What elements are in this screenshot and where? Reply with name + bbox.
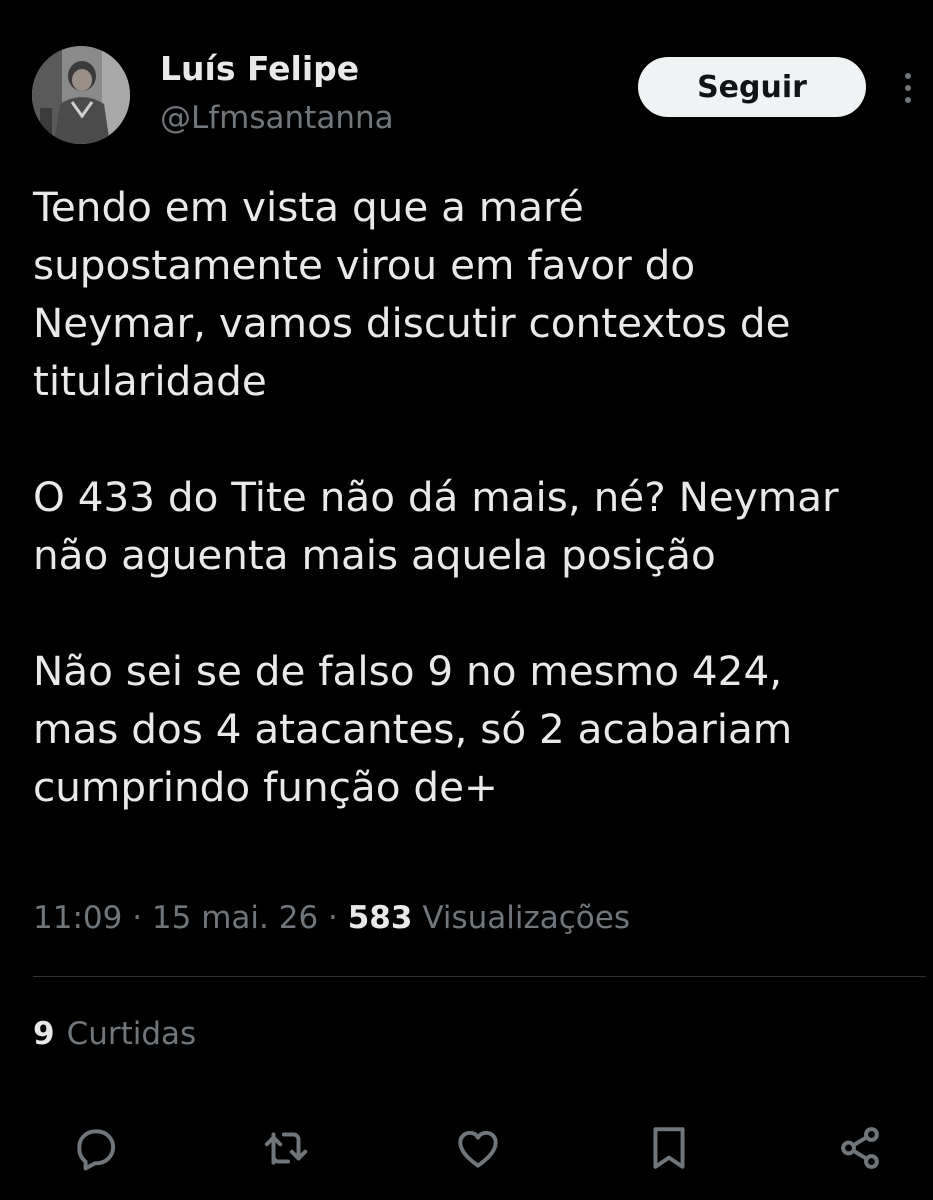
divider: [33, 976, 926, 977]
bookmark-icon[interactable]: [639, 1118, 699, 1178]
action-bar: [0, 1118, 933, 1178]
share-icon[interactable]: [830, 1118, 890, 1178]
tweet-paragraph: Não sei se de falso 9 no mesmo 424, mas …: [33, 647, 793, 811]
avatar[interactable]: [32, 46, 130, 144]
tweet-paragraph: O 433 do Tite não dá mais, né? Neymar nã…: [33, 473, 839, 579]
more-options-icon[interactable]: [894, 68, 922, 108]
tweet-time[interactable]: 11:09: [33, 900, 122, 936]
more-dot: [905, 85, 911, 91]
likes-label: Curtidas: [66, 1016, 197, 1052]
likes-link[interactable]: 9 Curtidas: [33, 1012, 196, 1056]
author-handle[interactable]: @Lfmsantanna: [160, 98, 394, 138]
avatar-photo: [32, 46, 130, 144]
meta-separator: ·: [122, 900, 152, 936]
tweet-text: Tendo em vista que a maré supostamente v…: [33, 178, 928, 816]
author-display-name[interactable]: Luís Felipe: [160, 49, 359, 89]
views-count: 583: [347, 900, 413, 936]
follow-button[interactable]: Seguir: [638, 57, 866, 117]
more-dot: [905, 73, 911, 79]
tweet-meta: 11:09 · 15 mai. 26 · 583 Visualizações: [33, 896, 630, 940]
likes-count: 9: [33, 1016, 55, 1052]
retweet-icon[interactable]: [256, 1118, 316, 1178]
tweet-date[interactable]: 15 mai. 26: [152, 900, 318, 936]
like-icon[interactable]: [448, 1118, 508, 1178]
tweet-paragraph: Tendo em vista que a maré supostamente v…: [33, 183, 791, 405]
more-dot: [905, 97, 911, 103]
reply-icon[interactable]: [66, 1118, 126, 1178]
views-label: Visualizações: [422, 900, 630, 936]
meta-separator: ·: [318, 900, 348, 936]
